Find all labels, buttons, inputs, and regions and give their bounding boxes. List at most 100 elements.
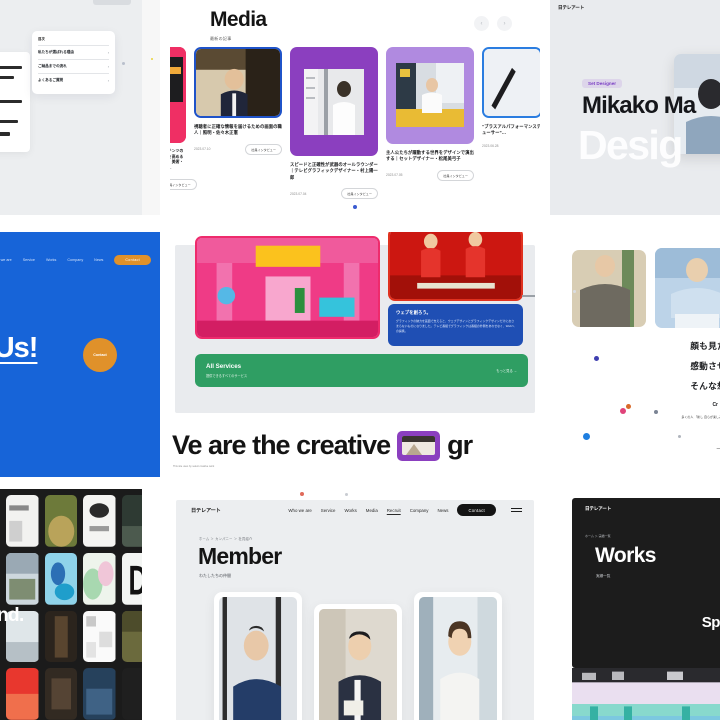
media-card-tag: 社員インタビュー — [170, 178, 197, 190]
work-tile[interactable] — [6, 495, 39, 547]
member-card-list[interactable] — [214, 592, 502, 720]
works-hero-photo — [572, 668, 720, 720]
media-card[interactable]: “ブラスアルパフォーマンスデューサー”… 2023.06.28 — [482, 47, 540, 199]
screenshot-mosaic: 目次 私たちが選ばれる理由 › ご納品までの流れ › よくあるご質問 › Med… — [0, 0, 720, 720]
pagination-dot-active[interactable] — [353, 205, 357, 209]
page-edge — [142, 489, 160, 720]
member-card[interactable] — [314, 604, 402, 720]
carousel-pagination[interactable] — [170, 205, 540, 209]
work-tile[interactable] — [83, 668, 116, 720]
media-card-title: “ブラスアルパフォーマンスデューサー”… — [482, 124, 540, 136]
confetti-dot — [122, 62, 125, 65]
panel-faq-page[interactable]: 目次 私たちが選ばれる理由 › ご納品までの流れ › よくあるご質問 › — [0, 0, 160, 215]
breadcrumb[interactable]: ホーム ＞ カンパニー ＞ 社員紹介 — [199, 536, 252, 541]
nav-item[interactable]: Service — [23, 258, 35, 262]
faq-accordion-card[interactable]: 目次 私たちが選ばれる理由 › ご納品までの流れ › よくあるご質問 › — [32, 31, 115, 94]
contact-button[interactable]: Contact — [114, 255, 151, 265]
carousel-controls[interactable]: ‹ › — [474, 16, 512, 31]
nav-item-media[interactable]: Media — [366, 508, 378, 513]
chevron-right-icon[interactable]: › — [497, 16, 512, 31]
works-tile-grid[interactable]: D — [0, 489, 160, 720]
work-tile[interactable] — [6, 668, 39, 720]
media-card-tag: 社員インタビュー — [245, 143, 282, 155]
site-logo[interactable]: 日テレアート — [585, 506, 611, 512]
web-service-card[interactable]: ウェブを創ろう。 グラフィックの魅力を画面で支えると、ウェブデザインとグラフィッ… — [388, 304, 523, 346]
media-card-title: コンテンツの価値を高める設計｜美術・木村… — [170, 149, 184, 170]
panel-designer-profile[interactable]: 日テレアート Set Designer Mikako Ma Desig — [550, 0, 720, 215]
member-card[interactable] — [214, 592, 302, 720]
page-subtitle: 最新の記事 — [210, 36, 232, 41]
panel-services-page[interactable]: ウェブを創ろう。 グラフィックの魅力を画面で支えると、ウェブデザインとグラフィッ… — [170, 232, 540, 477]
work-tile[interactable] — [83, 552, 116, 605]
media-card-date: 2023.07.10 — [194, 147, 211, 152]
media-card-tag: 社員インタビュー — [341, 188, 378, 200]
nav-item[interactable]: News — [94, 258, 103, 262]
member-card[interactable] — [414, 592, 502, 720]
article-thumbnail — [196, 49, 280, 116]
faq-row[interactable]: よくあるご質問 › — [38, 72, 109, 87]
hamburger-icon[interactable] — [511, 507, 522, 513]
hero-headline-row: Ve are the creative gr — [170, 430, 540, 461]
nav-item-recruit[interactable]: Recruit — [387, 508, 401, 513]
media-card[interactable]: 主人公たちが躍動する世界をデザインで演出する｜セットデザイナー・松尾美弓子 20… — [386, 47, 474, 199]
panel-media-page[interactable]: Media 最新の記事 ‹ › コンテンツの価値を高める設計｜美術・木村… 社員… — [170, 0, 540, 215]
site-header[interactable]: 日テレアート Who we are Service Works Media Re… — [191, 504, 522, 517]
card-body: グラフィックの魅力を画面で支えると、ウェブデザインとグラフィックデザインだけにお… — [396, 319, 515, 333]
media-card[interactable]: 視聴者に正確な情報を届けるための画面の職人｜照明・佐々木正憲 2023.07.1… — [194, 47, 282, 199]
media-card-track[interactable]: コンテンツの価値を高める設計｜美術・木村… 社員インタビュー — [170, 47, 540, 200]
banner-action-link[interactable]: もっと見る → — [496, 368, 517, 373]
nav-item-company[interactable]: Company — [410, 508, 429, 513]
media-card[interactable]: コンテンツの価値を高める設計｜美術・木村… 社員インタビュー — [170, 47, 197, 199]
panel-contact-page[interactable]: Who we are Service Works Company News Co… — [0, 232, 160, 477]
contact-button[interactable]: Contact — [457, 504, 496, 517]
faq-row[interactable]: ご納品までの流れ › — [38, 58, 109, 73]
right-strip — [142, 0, 160, 215]
recruit-caption: Cr — [712, 402, 718, 408]
work-tile[interactable] — [44, 610, 77, 663]
banner-title: All Services — [206, 363, 242, 371]
confetti-dot — [345, 493, 348, 496]
scroll-indicator — [522, 295, 535, 297]
site-nav[interactable]: Who we are Service Works Company News Co… — [0, 255, 160, 265]
hero-headline: t Us! — [0, 332, 38, 364]
faq-row-label: 私たちが選ばれる理由 — [38, 50, 74, 55]
pink-set-photo — [195, 236, 380, 339]
nav-item-works[interactable]: Works — [344, 508, 356, 513]
recruit-footer-text: — — [716, 446, 720, 450]
work-tile[interactable] — [44, 552, 77, 605]
nav-item-service[interactable]: Service — [321, 508, 336, 513]
recruit-body: 多くの人 「新し 自らが楽しみ — [681, 415, 720, 419]
work-tile[interactable] — [83, 610, 116, 663]
work-tile[interactable] — [44, 668, 77, 720]
nav-item-news[interactable]: News — [437, 508, 448, 513]
media-card[interactable]: スピードと正確性が武器のオールラウンダー｜テレビグラフィックデザイナー・村上陽一… — [290, 47, 378, 200]
breadcrumb[interactable]: ホーム ＞ 実績一覧 — [585, 534, 611, 538]
media-header: Media 最新の記事 — [210, 8, 267, 42]
contact-circle-button[interactable]: Contact — [83, 338, 117, 372]
site-nav[interactable]: Who we are Service Works Media Recruit C… — [288, 504, 522, 517]
member-photo — [219, 597, 297, 720]
faq-row[interactable]: 私たちが選ばれる理由 › — [38, 45, 109, 59]
credit-text: This site uses by select creative work — [173, 465, 215, 468]
hero-headline-tail: gr — [447, 430, 473, 460]
chevron-left-icon[interactable]: ‹ — [474, 16, 489, 31]
site-logo[interactable]: 日テレアート — [191, 507, 221, 514]
category-label: Spa — [701, 614, 720, 631]
confetti-dot — [300, 492, 304, 496]
site-logo[interactable]: 日テレアート — [558, 5, 584, 11]
confetti-dot — [654, 410, 658, 414]
side-text-block — [0, 52, 30, 152]
all-services-banner[interactable]: All Services 提供できるすべてのサービス もっと見る → — [195, 354, 528, 387]
panel-works-hero[interactable]: 日テレアート ホーム ＞ 実績一覧 Works 実績一覧 Spa — [550, 489, 720, 720]
panel-member-page[interactable]: 日テレアート Who we are Service Works Media Re… — [170, 489, 540, 720]
work-tile[interactable] — [83, 495, 116, 547]
nav-item[interactable]: Who we are — [0, 258, 12, 262]
nav-item[interactable]: Works — [46, 258, 56, 262]
work-tile[interactable] — [6, 552, 39, 605]
nav-item[interactable]: Company — [67, 258, 83, 262]
panel-recruit-page[interactable]: 顔も見た 感動させ そんな想 Cr 多くの人 「新し 自らが楽しみ — — [550, 232, 720, 477]
work-tile[interactable] — [44, 495, 77, 547]
panel-works-grid[interactable]: D und. — [0, 489, 160, 720]
recruit-photo-2 — [655, 248, 720, 328]
nav-item-who-we-are[interactable]: Who we are — [288, 508, 311, 513]
